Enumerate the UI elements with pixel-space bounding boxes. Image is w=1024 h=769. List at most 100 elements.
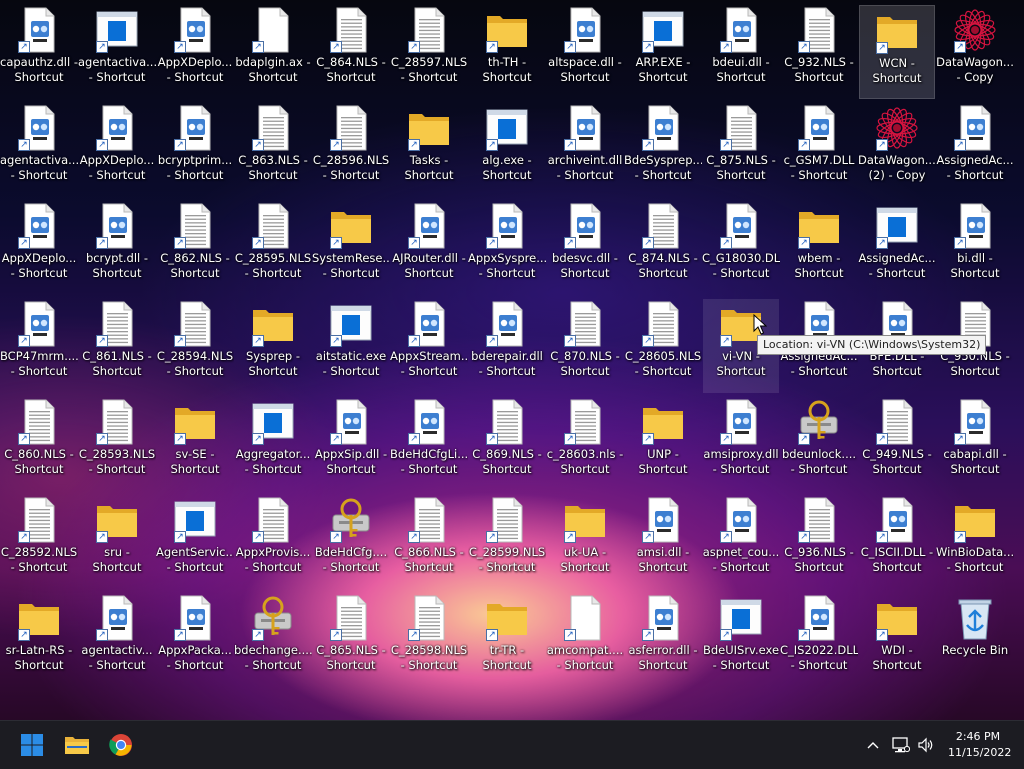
file-explorer-button[interactable] xyxy=(61,729,93,761)
desktop-icon[interactable]: ↗ sv-SE - Shortcut xyxy=(157,397,233,491)
desktop-icon[interactable]: ↗ C_861.NLS - Shortcut xyxy=(79,299,155,393)
desktop-icon[interactable]: ↗ C_28597.NLS - Shortcut xyxy=(391,5,467,99)
desktop-icon[interactable]: ↗ AppxSyspre... - Shortcut xyxy=(468,201,546,295)
desktop-icon[interactable]: ↗ BdeUISrv.exe - Shortcut xyxy=(703,593,779,687)
volume-button[interactable] xyxy=(914,721,938,769)
desktop-icon[interactable]: ↗ C_28596.NLS - Shortcut xyxy=(313,103,389,197)
desktop-icon[interactable]: ↗ Aggregator... - Shortcut xyxy=(235,397,311,491)
clock[interactable]: 2:46 PM 11/15/2022 xyxy=(948,729,1011,761)
desktop-icon[interactable]: ↗ th-TH - Shortcut xyxy=(469,5,545,99)
desktop-icon[interactable]: ↗ c_28603.nls - Shortcut xyxy=(547,397,623,491)
desktop-icon[interactable]: ↗ AppxSip.dll - Shortcut xyxy=(313,397,389,491)
desktop-icon[interactable]: ↗ BCP47mrm.... - Shortcut xyxy=(0,299,78,393)
desktop-icon[interactable]: ↗ AssignedAc... - Shortcut xyxy=(937,103,1013,197)
desktop-icon[interactable]: ↗ amcompat.... - Shortcut xyxy=(547,593,623,687)
desktop-icon[interactable]: ↗ C_G18030.DLL - Shortcut xyxy=(702,201,780,295)
desktop-icon[interactable]: ↗ C_932.NLS - Shortcut xyxy=(781,5,857,99)
chrome-button[interactable] xyxy=(105,729,137,761)
desktop-icon[interactable]: ↗ bdeui.dll - Shortcut xyxy=(703,5,779,99)
desktop-icon[interactable]: ↗ C_865.NLS - Shortcut xyxy=(313,593,389,687)
desktop-icon[interactable]: ↗ WinBioData... - Shortcut xyxy=(936,495,1014,589)
desktop-icon[interactable]: ↗ DataWagon... - Copy xyxy=(936,5,1014,99)
desktop-icon[interactable]: ↗ C_949.NLS - Shortcut xyxy=(859,397,935,491)
desktop-icon[interactable]: ↗ aitstatic.exe - Shortcut xyxy=(313,299,389,393)
desktop-icon[interactable]: ↗ bdesvc.dll - Shortcut xyxy=(547,201,623,295)
desktop-icon[interactable]: ↗ bi.dll - Shortcut xyxy=(937,201,1013,295)
desktop-icon[interactable]: ↗ AppXDeplo... - Shortcut xyxy=(1,201,77,295)
desktop-icon[interactable]: ↗ AppXDeplo... - Shortcut xyxy=(157,5,233,99)
desktop-icon[interactable]: ↗ AppxPacka... - Shortcut xyxy=(157,593,233,687)
desktop[interactable]: ↗ capauthz.dll - Shortcut ↗ agentactiva... … xyxy=(0,0,1024,720)
desktop-icon[interactable]: ↗ Tasks - Shortcut xyxy=(391,103,467,197)
desktop-icon[interactable]: ↗ C_28594.NLS - Shortcut xyxy=(157,299,233,393)
desktop-icon[interactable]: ↗ sru - Shortcut xyxy=(79,495,155,589)
desktop-icon[interactable]: ↗ C_28605.NLS - Shortcut xyxy=(625,299,701,393)
desktop-icon[interactable]: ↗ AppxStream... - Shortcut xyxy=(390,299,468,393)
desktop-icon[interactable]: ↗ C_875.NLS - Shortcut xyxy=(703,103,779,197)
desktop-icon[interactable]: Recycle Bin xyxy=(937,593,1013,687)
desktop-icon[interactable]: ↗ asferror.dll - Shortcut xyxy=(625,593,701,687)
desktop-icon[interactable]: ↗ C_28593.NLS - Shortcut xyxy=(79,397,155,491)
desktop-icon[interactable]: ↗ capauthz.dll - Shortcut xyxy=(0,5,78,99)
desktop-icon[interactable]: ↗ ARP.EXE - Shortcut xyxy=(625,5,701,99)
desktop-icon[interactable]: ↗ C_866.NLS - Shortcut xyxy=(391,495,467,589)
desktop-icon[interactable]: ↗ amsiproxy.dll - Shortcut xyxy=(703,397,779,491)
desktop-icon[interactable]: ↗ agentactiv... - Shortcut xyxy=(79,593,155,687)
desktop-icon[interactable]: ↗ BdeHdCfg.... - Shortcut xyxy=(313,495,389,589)
desktop-icon[interactable]: ↗ wbem - Shortcut xyxy=(781,201,857,295)
desktop-icon[interactable]: ↗ bcryptprim... - Shortcut xyxy=(157,103,233,197)
desktop-icon[interactable]: ↗ C_IS2022.DLL - Shortcut xyxy=(780,593,858,687)
desktop-icon[interactable]: ↗ C_28595.NLS - Shortcut xyxy=(235,201,311,295)
desktop-icon[interactable]: ↗ AppXDeplo... - Shortcut xyxy=(79,103,155,197)
desktop-icon[interactable]: ↗ C_860.NLS - Shortcut xyxy=(1,397,77,491)
desktop-icon[interactable]: ↗ c_GSM7.DLL - Shortcut xyxy=(781,103,857,197)
shortcut-arrow-icon: ↗ xyxy=(174,237,186,249)
desktop-icon[interactable]: ↗ C_28599.NLS - Shortcut xyxy=(469,495,545,589)
desktop-icon-label: C_866.NLS - Shortcut xyxy=(394,545,464,574)
desktop-icon[interactable]: ↗ BdeHdCfgLi... - Shortcut xyxy=(390,397,468,491)
desktop-icon[interactable]: ↗ bdechange.... - Shortcut xyxy=(234,593,312,687)
desktop-icon[interactable]: ↗ bcrypt.dll - Shortcut xyxy=(79,201,155,295)
desktop-icon[interactable]: ↗ archiveint.dll - Shortcut xyxy=(547,103,623,197)
desktop-icon[interactable]: ↗ sr-Latn-RS - Shortcut xyxy=(1,593,77,687)
desktop-icon[interactable]: ↗ C_870.NLS - Shortcut xyxy=(547,299,623,393)
start-button[interactable] xyxy=(16,729,48,761)
desktop-icon[interactable]: ↗ WDI - Shortcut xyxy=(859,593,935,687)
desktop-icon[interactable]: ↗ alg.exe - Shortcut xyxy=(469,103,545,197)
desktop-icon[interactable]: ↗ C_874.NLS - Shortcut xyxy=(625,201,701,295)
desktop-icon[interactable]: ↗ UNP - Shortcut xyxy=(625,397,701,491)
desktop-icon[interactable]: ↗ Sysprep - Shortcut xyxy=(235,299,311,393)
desktop-icon[interactable]: ↗ agentactiva... - Shortcut xyxy=(0,103,78,197)
desktop-icon[interactable]: ↗ C_863.NLS - Shortcut xyxy=(235,103,311,197)
desktop-icon[interactable]: ↗ C_28592.NLS - Shortcut xyxy=(1,495,77,589)
desktop-icon[interactable]: ↗ AssignedAc... - Shortcut xyxy=(859,201,935,295)
show-hidden-icons-button[interactable] xyxy=(862,721,884,769)
desktop-icon[interactable]: ↗ altspace.dll - Shortcut xyxy=(547,5,623,99)
desktop-icon[interactable]: ↗ amsi.dll - Shortcut xyxy=(625,495,701,589)
folder-icon: ↗ xyxy=(797,203,841,249)
shortcut-arrow-icon: ↗ xyxy=(330,629,342,641)
desktop-icon[interactable]: ↗ AppxProvis... - Shortcut xyxy=(235,495,311,589)
desktop-icon[interactable]: ↗ bderepair.dll - Shortcut xyxy=(469,299,545,393)
desktop-icon[interactable]: ↗ bdaplgin.ax - Shortcut xyxy=(235,5,311,99)
desktop-icon[interactable]: ↗ SystemRese... - Shortcut xyxy=(312,201,390,295)
desktop-icon[interactable]: ↗ C_862.NLS - Shortcut xyxy=(157,201,233,295)
desktop-icon-label: bcryptprim... - Shortcut xyxy=(157,153,233,182)
desktop-icon[interactable]: ↗ WCN - Shortcut xyxy=(859,5,935,99)
desktop-icon[interactable]: ↗ agentactiva... - Shortcut xyxy=(78,5,156,99)
desktop-icon[interactable]: ↗ cabapi.dll - Shortcut xyxy=(937,397,1013,491)
desktop-icon[interactable]: ↗ aspnet_cou... - Shortcut xyxy=(703,495,779,589)
desktop-icon[interactable]: ↗ tr-TR - Shortcut xyxy=(469,593,545,687)
desktop-icon[interactable]: ↗ BdeSysprep.... - Shortcut xyxy=(624,103,702,197)
desktop-icon[interactable]: ↗ bdeunlock.... - Shortcut xyxy=(781,397,857,491)
desktop-icon[interactable]: ↗ DataWagon.... (2) - Copy xyxy=(858,103,936,197)
desktop-icon[interactable]: ↗ C_936.NLS - Shortcut xyxy=(781,495,857,589)
desktop-icon[interactable]: ↗ C_28598.NLS - Shortcut xyxy=(391,593,467,687)
desktop-icon[interactable]: ↗ AJRouter.dll - Shortcut xyxy=(391,201,467,295)
desktop-icon[interactable]: ↗ uk-UA - Shortcut xyxy=(547,495,623,589)
desktop-icon[interactable]: ↗ AgentServic... - Shortcut xyxy=(156,495,234,589)
desktop-icon[interactable]: ↗ C_864.NLS - Shortcut xyxy=(313,5,389,99)
desktop-icon[interactable]: ↗ C_869.NLS - Shortcut xyxy=(469,397,545,491)
desktop-icon[interactable]: ↗ C_ISCII.DLL - Shortcut xyxy=(859,495,935,589)
network-button[interactable] xyxy=(889,721,913,769)
